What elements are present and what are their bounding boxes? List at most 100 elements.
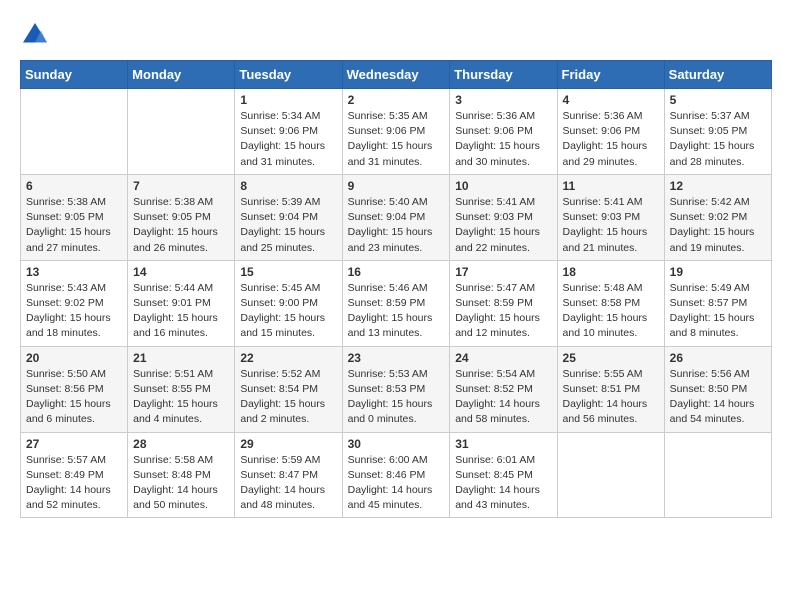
day-number: 8 [240,179,336,193]
day-number: 13 [26,265,122,279]
day-number: 5 [670,93,766,107]
day-number: 18 [563,265,659,279]
day-info: Sunrise: 5:58 AM Sunset: 8:48 PM Dayligh… [133,453,229,514]
day-number: 26 [670,351,766,365]
day-info: Sunrise: 5:38 AM Sunset: 9:05 PM Dayligh… [26,195,122,256]
day-number: 29 [240,437,336,451]
calendar-cell: 29 Sunrise: 5:59 AM Sunset: 8:47 PM Dayli… [235,432,342,518]
day-info: Sunrise: 5:56 AM Sunset: 8:50 PM Dayligh… [670,367,766,428]
calendar-week-row: 27 Sunrise: 5:57 AM Sunset: 8:49 PM Dayli… [21,432,772,518]
day-number: 27 [26,437,122,451]
calendar-table: SundayMondayTuesdayWednesdayThursdayFrid… [20,60,772,518]
calendar-cell: 13 Sunrise: 5:43 AM Sunset: 9:02 PM Dayli… [21,260,128,346]
day-number: 23 [348,351,445,365]
calendar-cell: 18 Sunrise: 5:48 AM Sunset: 8:58 PM Dayli… [557,260,664,346]
day-info: Sunrise: 5:59 AM Sunset: 8:47 PM Dayligh… [240,453,336,514]
calendar-cell: 27 Sunrise: 5:57 AM Sunset: 8:49 PM Dayli… [21,432,128,518]
day-info: Sunrise: 5:35 AM Sunset: 9:06 PM Dayligh… [348,109,445,170]
calendar-cell: 4Sunrise: 5:36 AM Sunset: 9:06 PM Daylig… [557,89,664,175]
day-number: 16 [348,265,445,279]
day-number: 1 [240,93,336,107]
day-number: 20 [26,351,122,365]
calendar-cell: 23Sunrise: 5:53 AM Sunset: 8:53 PM Dayli… [342,346,450,432]
logo-icon [20,20,50,50]
day-number: 12 [670,179,766,193]
day-info: Sunrise: 5:52 AM Sunset: 8:54 PM Dayligh… [240,367,336,428]
col-header-saturday: Saturday [664,61,771,89]
day-number: 22 [240,351,336,365]
calendar-cell: 16 Sunrise: 5:46 AM Sunset: 8:59 PM Dayli… [342,260,450,346]
calendar-cell: 7Sunrise: 5:38 AM Sunset: 9:05 PM Daylig… [128,174,235,260]
day-info: Sunrise: 5:47 AM Sunset: 8:59 PM Dayligh… [455,281,551,342]
day-info: Sunrise: 5:42 AM Sunset: 9:02 PM Dayligh… [670,195,766,256]
calendar-cell: 30 Sunrise: 6:00 AM Sunset: 8:46 PM Dayli… [342,432,450,518]
day-number: 19 [670,265,766,279]
calendar-cell: 12 Sunrise: 5:42 AM Sunset: 9:02 PM Dayli… [664,174,771,260]
day-info: Sunrise: 5:34 AM Sunset: 9:06 PM Dayligh… [240,109,336,170]
calendar-cell: 28 Sunrise: 5:58 AM Sunset: 8:48 PM Dayli… [128,432,235,518]
day-number: 21 [133,351,229,365]
day-info: Sunrise: 5:36 AM Sunset: 9:06 PM Dayligh… [563,109,659,170]
calendar-cell: 24 Sunrise: 5:54 AM Sunset: 8:52 PM Dayli… [450,346,557,432]
calendar-cell: 8Sunrise: 5:39 AM Sunset: 9:04 PM Daylig… [235,174,342,260]
day-number: 7 [133,179,229,193]
calendar-cell [128,89,235,175]
day-info: Sunrise: 5:37 AM Sunset: 9:05 PM Dayligh… [670,109,766,170]
day-number: 30 [348,437,445,451]
calendar-cell: 3Sunrise: 5:36 AM Sunset: 9:06 PM Daylig… [450,89,557,175]
calendar-cell: 11 Sunrise: 5:41 AM Sunset: 9:03 PM Dayli… [557,174,664,260]
day-info: Sunrise: 5:54 AM Sunset: 8:52 PM Dayligh… [455,367,551,428]
col-header-friday: Friday [557,61,664,89]
calendar-cell: 22 Sunrise: 5:52 AM Sunset: 8:54 PM Dayli… [235,346,342,432]
calendar-cell: 1 Sunrise: 5:34 AM Sunset: 9:06 PM Daylig… [235,89,342,175]
day-number: 2 [348,93,445,107]
calendar-header-row: SundayMondayTuesdayWednesdayThursdayFrid… [21,61,772,89]
day-info: Sunrise: 5:55 AM Sunset: 8:51 PM Dayligh… [563,367,659,428]
day-info: Sunrise: 5:48 AM Sunset: 8:58 PM Dayligh… [563,281,659,342]
col-header-thursday: Thursday [450,61,557,89]
day-number: 3 [455,93,551,107]
day-info: Sunrise: 5:46 AM Sunset: 8:59 PM Dayligh… [348,281,445,342]
calendar-cell: 2 Sunrise: 5:35 AM Sunset: 9:06 PM Daylig… [342,89,450,175]
calendar-cell: 26 Sunrise: 5:56 AM Sunset: 8:50 PM Dayli… [664,346,771,432]
calendar-cell: 19 Sunrise: 5:49 AM Sunset: 8:57 PM Dayli… [664,260,771,346]
calendar-cell: 6 Sunrise: 5:38 AM Sunset: 9:05 PM Daylig… [21,174,128,260]
calendar-cell: 21 Sunrise: 5:51 AM Sunset: 8:55 PM Dayli… [128,346,235,432]
logo [20,20,54,50]
day-number: 25 [563,351,659,365]
calendar-cell: 9 Sunrise: 5:40 AM Sunset: 9:04 PM Daylig… [342,174,450,260]
day-number: 24 [455,351,551,365]
day-number: 28 [133,437,229,451]
day-info: Sunrise: 5:57 AM Sunset: 8:49 PM Dayligh… [26,453,122,514]
calendar-cell: 10Sunrise: 5:41 AM Sunset: 9:03 PM Dayli… [450,174,557,260]
calendar-cell [21,89,128,175]
calendar-cell: 14Sunrise: 5:44 AM Sunset: 9:01 PM Dayli… [128,260,235,346]
day-info: Sunrise: 5:43 AM Sunset: 9:02 PM Dayligh… [26,281,122,342]
calendar-cell: 5 Sunrise: 5:37 AM Sunset: 9:05 PM Daylig… [664,89,771,175]
calendar-week-row: 20Sunrise: 5:50 AM Sunset: 8:56 PM Dayli… [21,346,772,432]
day-info: Sunrise: 5:40 AM Sunset: 9:04 PM Dayligh… [348,195,445,256]
calendar-cell: 15 Sunrise: 5:45 AM Sunset: 9:00 PM Dayli… [235,260,342,346]
day-number: 6 [26,179,122,193]
day-number: 15 [240,265,336,279]
day-info: Sunrise: 5:41 AM Sunset: 9:03 PM Dayligh… [563,195,659,256]
calendar-cell: 20Sunrise: 5:50 AM Sunset: 8:56 PM Dayli… [21,346,128,432]
day-info: Sunrise: 6:01 AM Sunset: 8:45 PM Dayligh… [455,453,551,514]
day-info: Sunrise: 5:51 AM Sunset: 8:55 PM Dayligh… [133,367,229,428]
calendar-cell [664,432,771,518]
calendar-cell: 17 Sunrise: 5:47 AM Sunset: 8:59 PM Dayli… [450,260,557,346]
calendar-cell: 31Sunrise: 6:01 AM Sunset: 8:45 PM Dayli… [450,432,557,518]
calendar-week-row: 1 Sunrise: 5:34 AM Sunset: 9:06 PM Daylig… [21,89,772,175]
col-header-monday: Monday [128,61,235,89]
col-header-wednesday: Wednesday [342,61,450,89]
day-info: Sunrise: 5:45 AM Sunset: 9:00 PM Dayligh… [240,281,336,342]
calendar-cell [557,432,664,518]
day-number: 9 [348,179,445,193]
day-number: 11 [563,179,659,193]
calendar-cell: 25 Sunrise: 5:55 AM Sunset: 8:51 PM Dayli… [557,346,664,432]
day-number: 14 [133,265,229,279]
day-info: Sunrise: 6:00 AM Sunset: 8:46 PM Dayligh… [348,453,445,514]
day-number: 17 [455,265,551,279]
calendar-week-row: 13 Sunrise: 5:43 AM Sunset: 9:02 PM Dayli… [21,260,772,346]
day-info: Sunrise: 5:49 AM Sunset: 8:57 PM Dayligh… [670,281,766,342]
